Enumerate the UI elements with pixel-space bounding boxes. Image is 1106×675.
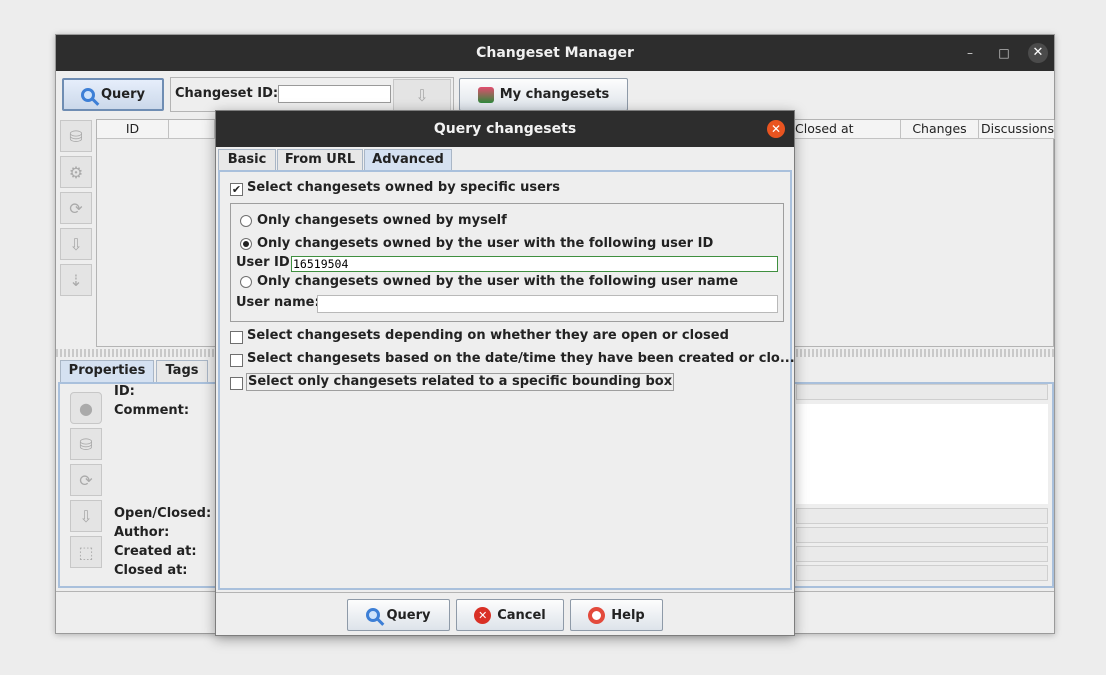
radio-user-name-label: Only changesets owned by the user with t… xyxy=(257,274,739,289)
database-icon[interactable]: ⛁ xyxy=(60,120,92,152)
radio-user-id[interactable] xyxy=(240,238,252,250)
user-name-input[interactable] xyxy=(317,295,778,313)
dialog-title-bar[interactable]: Query changesets ✕ xyxy=(216,111,794,147)
download-objects-icon[interactable]: ⇣ xyxy=(60,264,92,296)
lifebuoy-icon xyxy=(588,606,606,624)
user-name-label: User name: xyxy=(236,295,320,310)
main-window-title: Changeset Manager xyxy=(476,45,634,61)
property-closed-at-value xyxy=(796,565,1048,581)
property-open-closed-value xyxy=(796,508,1048,524)
radio-myself-label: Only changesets owned by myself xyxy=(257,213,507,228)
bbox-label: Select only changesets related to a spec… xyxy=(246,373,675,391)
update-icon[interactable]: ⟳ xyxy=(60,192,92,224)
bbox-checkbox[interactable] xyxy=(230,377,243,390)
minimize-button[interactable]: – xyxy=(960,43,980,63)
property-comment-value xyxy=(796,404,1048,504)
open-closed-checkbox[interactable] xyxy=(230,331,243,344)
dialog-close-button[interactable]: ✕ xyxy=(767,120,785,138)
my-changesets-icon xyxy=(477,86,494,103)
dialog-cancel-button[interactable]: ✕ Cancel xyxy=(456,599,564,631)
property-created-at-value xyxy=(796,546,1048,562)
query-changesets-dialog: Query changesets ✕ Basic From URL Advanc… xyxy=(215,110,795,636)
column-header-id[interactable]: ID xyxy=(97,120,169,139)
property-author-value xyxy=(796,527,1048,543)
search-icon xyxy=(366,608,381,622)
user-selection-group: Only changesets owned by myself Only cha… xyxy=(230,203,784,322)
owned-by-users-checkbox[interactable]: ✔ xyxy=(230,183,243,196)
dialog-help-button[interactable]: Help xyxy=(570,599,663,631)
radio-user-id-label: Only changesets owned by the user with t… xyxy=(257,236,714,251)
my-changesets-button[interactable]: My changesets xyxy=(459,78,628,111)
user-id-label: User ID: xyxy=(236,255,295,270)
column-header-discussions[interactable]: Discussions xyxy=(979,120,1055,139)
select-changesets-icon[interactable]: ⚙ xyxy=(60,156,92,188)
property-closed-at-label: Closed at: xyxy=(114,563,188,578)
download-icon[interactable]: ⇩ xyxy=(70,500,102,532)
tab-properties[interactable]: Properties xyxy=(60,360,154,382)
tab-basic[interactable]: Basic xyxy=(218,149,276,170)
side-toolbar: ⛁ ⚙ ⟳ ⇩ ⇣ xyxy=(56,118,96,348)
cancel-icon: ✕ xyxy=(474,606,492,624)
tab-advanced[interactable]: Advanced xyxy=(364,149,452,170)
dialog-query-button[interactable]: Query xyxy=(347,599,450,631)
tab-tags[interactable]: Tags xyxy=(156,360,208,382)
radio-myself[interactable] xyxy=(240,215,252,227)
circle-icon[interactable]: ● xyxy=(70,392,102,424)
property-author-label: Author: xyxy=(114,525,170,540)
close-window-button[interactable]: ✕ xyxy=(1028,43,1048,63)
update-icon[interactable]: ⟳ xyxy=(70,464,102,496)
column-header-closed-at[interactable]: Closed at xyxy=(791,120,901,139)
column-header-changes[interactable]: Changes xyxy=(901,120,979,139)
property-created-at-label: Created at: xyxy=(114,544,197,559)
tab-from-url[interactable]: From URL xyxy=(277,149,363,170)
query-toolbar-button[interactable]: Query xyxy=(62,78,164,111)
changeset-id-label: Changeset ID: xyxy=(175,86,279,101)
property-id-label: ID: xyxy=(114,384,135,399)
dialog-footer-divider xyxy=(216,592,794,593)
download-icon[interactable]: ⇩ xyxy=(60,228,92,260)
zoom-selection-icon[interactable]: ⬚ xyxy=(70,536,102,568)
download-changeset-icon[interactable]: ⇩ xyxy=(393,79,451,111)
property-id-value xyxy=(796,384,1048,400)
main-title-bar[interactable]: Changeset Manager – □ ✕ xyxy=(56,35,1054,71)
property-open-closed-label: Open/Closed: xyxy=(114,506,212,521)
database-icon[interactable]: ⛁ xyxy=(70,428,102,460)
maximize-button[interactable]: □ xyxy=(994,43,1014,63)
search-icon xyxy=(80,87,95,102)
property-comment-label: Comment: xyxy=(114,403,190,418)
changeset-id-input[interactable] xyxy=(278,85,391,103)
open-closed-label: Select changesets depending on whether t… xyxy=(247,328,729,343)
radio-user-name[interactable] xyxy=(240,276,252,288)
advanced-panel: ✔ Select changesets owned by specific us… xyxy=(218,170,795,590)
column-header-blank[interactable] xyxy=(169,120,215,139)
changeset-id-group: Changeset ID: ⇩ xyxy=(170,77,454,112)
date-time-checkbox[interactable] xyxy=(230,354,243,367)
user-id-input[interactable] xyxy=(291,256,778,272)
owned-by-users-label: Select changesets owned by specific user… xyxy=(247,180,561,195)
dialog-title: Query changesets xyxy=(433,121,577,137)
date-time-label: Select changesets based on the date/time… xyxy=(247,351,795,366)
